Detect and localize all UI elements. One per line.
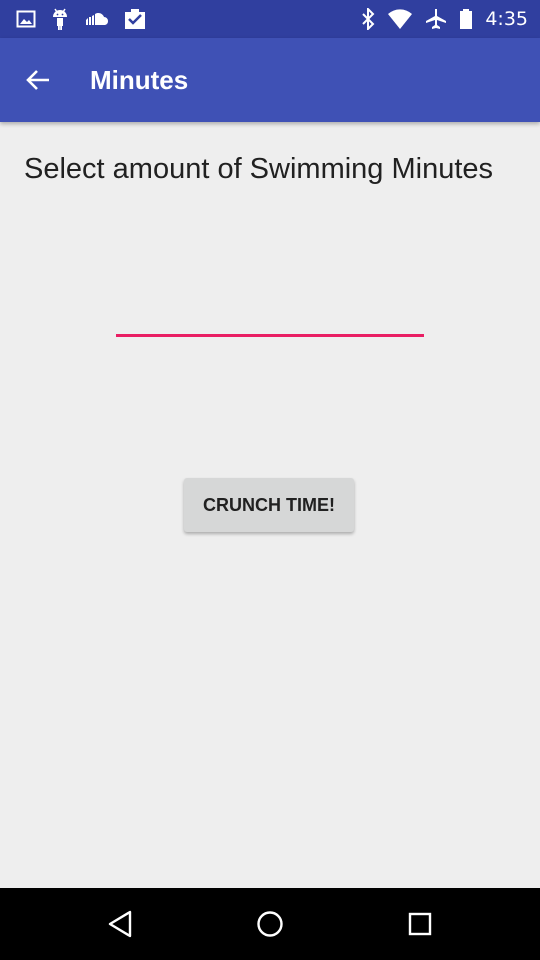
app-toolbar: Minutes: [0, 38, 540, 122]
bluetooth-icon: [361, 8, 375, 30]
minutes-input[interactable]: [116, 290, 424, 337]
home-circle-icon: [257, 911, 283, 937]
nav-back-button[interactable]: [96, 900, 144, 948]
page-title: Minutes: [90, 65, 189, 95]
airplane-icon: [425, 8, 447, 30]
battery-icon: [459, 8, 473, 30]
image-icon: [16, 9, 36, 29]
notification-icons: [16, 7, 146, 31]
clock-time: 4:35: [485, 8, 528, 30]
nav-recents-button[interactable]: [396, 900, 444, 948]
status-bar: 4:35: [0, 0, 540, 38]
system-nav-bar: [0, 888, 540, 960]
crunch-time-button[interactable]: CRUNCH TIME!: [184, 478, 354, 532]
arrow-back-icon: [26, 70, 49, 90]
cloud-icon: [84, 11, 110, 27]
back-triangle-icon: [108, 910, 132, 938]
system-status-icons: 4:35: [361, 6, 528, 32]
wifi-icon: [387, 8, 413, 30]
minutes-prompt-label: Select amount of Swimming Minutes: [24, 153, 494, 185]
recents-square-icon: [408, 912, 432, 936]
clipboard-check-icon: [124, 8, 146, 30]
back-button[interactable]: [14, 56, 62, 104]
android-icon: [50, 7, 70, 31]
nav-home-button[interactable]: [246, 900, 294, 948]
